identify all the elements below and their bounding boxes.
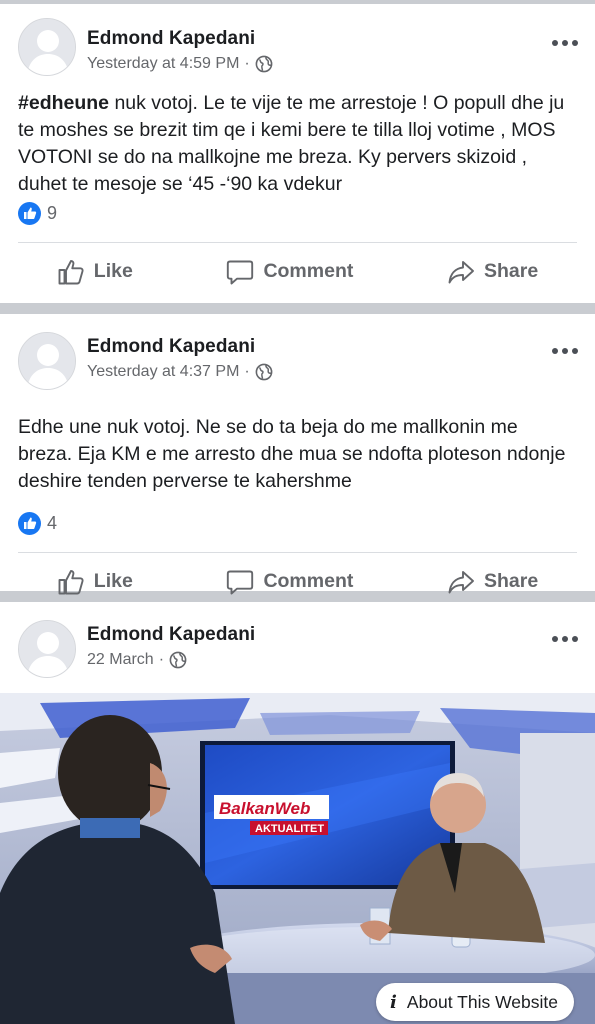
share-label: Share	[483, 570, 539, 592]
post-header: Edmond Kapedani Yesterday at 4:59 PM ·	[0, 4, 595, 76]
share-label: Share	[483, 260, 539, 282]
avatar[interactable]	[18, 332, 76, 390]
post-header: Edmond Kapedani 22 March ·	[0, 602, 595, 700]
reactions-summary[interactable]: 4	[0, 508, 595, 538]
more-dot	[562, 348, 568, 354]
hashtag-link[interactable]: #edheune	[18, 92, 109, 114]
post-text-body: Edhe une nuk votoj. Ne se do ta beja do …	[18, 416, 566, 492]
more-dot	[572, 636, 578, 642]
default-avatar-icon	[19, 333, 75, 389]
post-timestamp[interactable]: 22 March	[87, 651, 154, 669]
globe-icon	[255, 55, 273, 73]
info-icon: i	[390, 991, 397, 1013]
post-meta: 22 March ·	[87, 651, 187, 669]
post-actions: Like Comment Share	[0, 243, 595, 300]
comment-button[interactable]: Comment	[226, 258, 353, 286]
post-separator	[0, 303, 595, 314]
globe-icon	[169, 651, 187, 669]
avatar[interactable]	[18, 620, 76, 678]
author-name[interactable]: Edmond Kapedani	[87, 28, 255, 50]
author-name[interactable]: Edmond Kapedani	[87, 624, 255, 646]
post-meta: Yesterday at 4:59 PM ·	[87, 55, 273, 73]
share-button[interactable]: Share	[447, 568, 538, 596]
default-avatar-icon	[19, 621, 75, 677]
like-button[interactable]: Like	[57, 258, 133, 286]
globe-icon	[255, 363, 273, 381]
shared-link-image[interactable]: BalkanWeb AKTUALITET i About This Websit…	[0, 693, 595, 1024]
more-dot	[572, 40, 578, 46]
like-count: 9	[47, 202, 58, 223]
logo-sub-text: AKTUALITET	[255, 823, 324, 835]
share-icon	[448, 260, 474, 283]
default-avatar-icon	[19, 19, 75, 75]
logo-text: BalkanWeb	[219, 799, 310, 818]
post-timestamp[interactable]: Yesterday at 4:37 PM	[87, 363, 239, 381]
like-reaction-icon	[18, 201, 41, 225]
avatar[interactable]	[18, 18, 76, 76]
post-1: Edmond Kapedani Yesterday at 4:59 PM · #…	[0, 4, 595, 303]
post-text: #edheune nuk votoj. Le te vije te me arr…	[0, 74, 595, 198]
post-header: Edmond Kapedani Yesterday at 4:37 PM ·	[0, 314, 595, 390]
about-this-website-label: About This Website	[406, 991, 558, 1012]
more-dot	[552, 348, 558, 354]
about-this-website-button[interactable]: i About This Website	[376, 983, 574, 1021]
meta-dot: ·	[158, 651, 165, 668]
meta-dot: ·	[244, 363, 250, 380]
like-button[interactable]: Like	[57, 568, 133, 596]
more-dot	[562, 40, 568, 46]
post-timestamp[interactable]: Yesterday at 4:59 PM	[87, 55, 239, 73]
more-dot	[552, 40, 558, 46]
more-dot	[552, 636, 558, 642]
thumbs-up-icon	[58, 259, 84, 284]
share-button[interactable]: Share	[447, 258, 538, 286]
meta-dot: ·	[244, 55, 250, 72]
comment-button[interactable]: Comment	[226, 568, 353, 596]
comment-icon	[227, 570, 254, 594]
post-text: Edhe une nuk votoj. Ne se do ta beja do …	[0, 384, 595, 508]
post-2: Edmond Kapedani Yesterday at 4:37 PM · E…	[0, 314, 595, 594]
thumbs-up-icon	[58, 569, 84, 594]
author-name[interactable]: Edmond Kapedani	[87, 336, 255, 358]
comment-icon	[227, 260, 254, 284]
comment-label: Comment	[263, 570, 354, 592]
post-meta: Yesterday at 4:37 PM ·	[87, 363, 273, 381]
more-dot	[562, 636, 568, 642]
post-3: Edmond Kapedani 22 March ·	[0, 602, 595, 700]
tv-studio-photo: BalkanWeb AKTUALITET	[0, 693, 595, 1024]
like-reaction-icon	[18, 511, 41, 535]
comment-label: Comment	[263, 260, 354, 282]
more-options-button[interactable]	[552, 346, 578, 356]
more-dot	[572, 348, 578, 354]
more-options-button[interactable]	[552, 38, 578, 48]
like-count: 4	[47, 512, 58, 533]
reactions-summary[interactable]: 9	[0, 198, 595, 228]
like-label: Like	[93, 260, 133, 282]
like-label: Like	[93, 570, 133, 592]
share-icon	[448, 570, 474, 593]
more-options-button[interactable]	[552, 634, 578, 644]
